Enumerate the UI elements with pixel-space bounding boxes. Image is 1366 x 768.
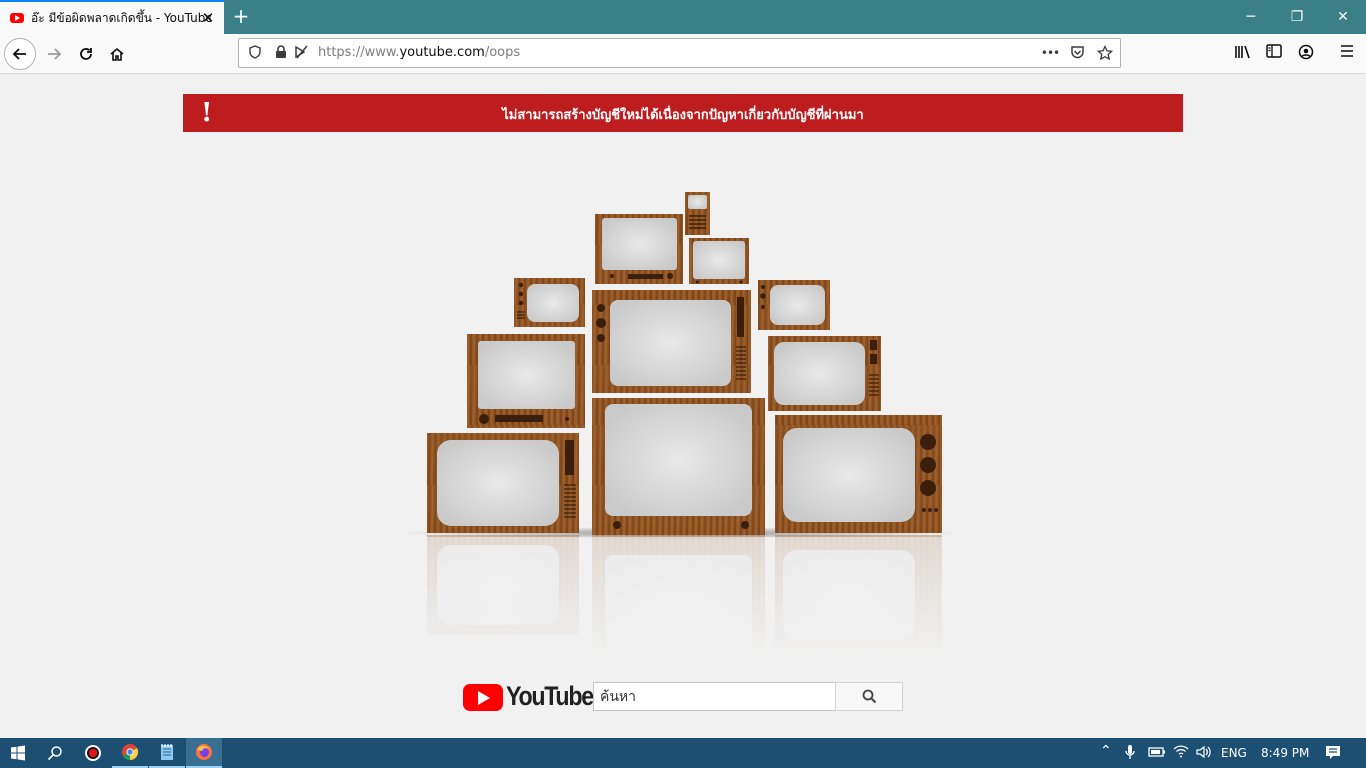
forward-arrow-icon xyxy=(48,48,62,60)
error-banner: ! ไม่สามารถสร้างบัญชีใหม่ได้เนื่องจากปัญ… xyxy=(183,94,1183,132)
youtube-play-icon xyxy=(463,684,503,711)
address-bar[interactable]: https://www.youtube.com/oops ••• xyxy=(238,38,1121,68)
windows-start-icon[interactable] xyxy=(0,738,36,768)
new-tab-icon[interactable]: + xyxy=(230,5,252,27)
sidebar-icon[interactable] xyxy=(1264,44,1284,64)
search-button[interactable] xyxy=(835,682,903,711)
close-tab-icon[interactable]: ✕ xyxy=(200,10,216,26)
url-prefix: https://www. xyxy=(318,45,400,60)
back-button[interactable] xyxy=(4,38,36,70)
autoplay-blocked-icon[interactable] xyxy=(293,45,309,61)
error-message: ไม่สามารถสร้างบัญชีใหม่ได้เนื่องจากปัญหา… xyxy=(502,108,864,123)
navigation-toolbar: https://www.youtube.com/oops ••• xyxy=(0,34,1366,74)
wifi-icon[interactable] xyxy=(1173,744,1189,761)
input-language[interactable]: ENG xyxy=(1221,746,1247,760)
home-button[interactable] xyxy=(101,38,133,70)
windows-taskbar: ⌃ ENG 8:49 PM xyxy=(0,738,1366,768)
chrome-app-icon[interactable] xyxy=(112,738,148,768)
pocket-icon[interactable] xyxy=(1069,45,1085,61)
clock-time[interactable]: 8:49 PM xyxy=(1261,746,1309,760)
search-icon xyxy=(862,689,876,704)
url-text[interactable]: https://www.youtube.com/oops xyxy=(318,45,520,60)
tracking-shield-icon[interactable] xyxy=(247,45,263,61)
reload-icon xyxy=(80,48,92,60)
record-app-icon[interactable] xyxy=(75,738,111,768)
bookmark-star-icon[interactable] xyxy=(1096,44,1114,61)
youtube-favicon-icon xyxy=(10,13,24,23)
url-path: /oops xyxy=(484,45,521,60)
home-icon xyxy=(110,47,124,61)
url-host: youtube.com xyxy=(399,45,485,60)
battery-icon[interactable] xyxy=(1148,746,1166,761)
youtube-wordmark: YouTube xyxy=(506,681,594,711)
browser-tab[interactable]: อ๊ะ มีข้อผิดพลาดเกิดขึ้น - YouTube ✕ xyxy=(0,0,224,34)
taskbar-search-icon[interactable] xyxy=(37,738,73,768)
library-icon[interactable] xyxy=(1233,44,1253,64)
forward-button[interactable] xyxy=(38,38,70,70)
volume-icon[interactable] xyxy=(1195,744,1213,763)
action-center-icon[interactable] xyxy=(1325,744,1341,763)
tab-title: อ๊ะ มีข้อผิดพลาดเกิดขึ้น - YouTube xyxy=(31,10,211,25)
account-icon[interactable] xyxy=(1296,44,1316,64)
notepad-app-icon[interactable] xyxy=(149,738,185,768)
youtube-logo[interactable]: YouTube xyxy=(463,681,594,711)
stacked-tv-illustration xyxy=(400,192,970,655)
microphone-icon[interactable] xyxy=(1125,744,1135,763)
menu-hamburger-icon[interactable] xyxy=(1337,44,1357,64)
show-hidden-icons-chevron-icon[interactable]: ⌃ xyxy=(1100,743,1112,759)
firefox-app-icon[interactable] xyxy=(186,738,222,768)
restore-icon[interactable]: ❐ xyxy=(1274,0,1320,34)
lock-icon[interactable] xyxy=(273,45,289,61)
page-actions-menu-icon[interactable]: ••• xyxy=(1039,45,1061,61)
window-close-icon[interactable]: ✕ xyxy=(1320,0,1366,34)
search-input[interactable] xyxy=(593,682,836,711)
minimize-icon[interactable]: ─ xyxy=(1228,0,1274,34)
tab-strip: อ๊ะ มีข้อผิดพลาดเกิดขึ้น - YouTube ✕ + ─… xyxy=(0,0,1366,34)
reload-button[interactable] xyxy=(70,38,102,70)
back-arrow-icon xyxy=(12,48,26,60)
